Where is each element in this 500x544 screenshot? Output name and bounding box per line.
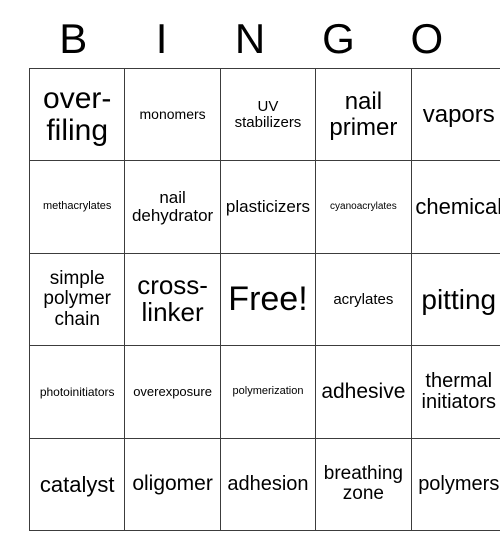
bingo-cell[interactable]: nail primer: [315, 67, 412, 162]
bingo-header-letter-o: O: [410, 15, 444, 62]
bingo-cell[interactable]: cyanoacrylates: [315, 160, 412, 254]
bingo-cell[interactable]: chemical: [410, 160, 500, 254]
bingo-free-label: Free!: [228, 280, 308, 319]
bingo-cell[interactable]: polymerization: [219, 345, 317, 439]
bingo-cell[interactable]: monomers: [124, 67, 221, 162]
bingo-cell-label: pitting: [421, 283, 497, 315]
bingo-cell-label: UV stabilizers: [234, 97, 302, 131]
bingo-cell[interactable]: vapors: [410, 67, 500, 162]
bingo-cell-label: polymerization: [232, 385, 304, 398]
bingo-cell[interactable]: thermal initiators: [410, 345, 500, 439]
bingo-cell[interactable]: breathing zone: [315, 437, 412, 531]
bingo-cell-label: breathing zone: [323, 463, 403, 505]
bingo-cell-label: chemical: [415, 194, 500, 220]
bingo-cell-label: nail primer: [329, 88, 398, 141]
bingo-row: methacrylates nail dehydrator plasticize…: [28, 160, 500, 254]
bingo-cell-label: monomers: [139, 106, 206, 123]
bingo-cell[interactable]: nail dehydrator: [124, 160, 221, 254]
bingo-cell[interactable]: pitting: [410, 252, 500, 347]
bingo-cell[interactable]: catalyst: [28, 437, 126, 531]
bingo-cell-label: polymers: [418, 472, 500, 495]
bingo-row: simple polymer chain cross-linker Free! …: [28, 252, 500, 347]
bingo-cell-label: photoinitiators: [39, 384, 115, 399]
bingo-cell[interactable]: over-filing: [28, 67, 126, 162]
bingo-header-letter-g: G: [322, 15, 355, 62]
bingo-cell[interactable]: methacrylates: [28, 160, 126, 254]
bingo-cell[interactable]: overexposure: [124, 345, 221, 439]
bingo-cell-label: plasticizers: [225, 197, 311, 217]
bingo-cell-label: methacrylates: [42, 200, 112, 213]
bingo-cell-label: over-filing: [43, 81, 112, 147]
bingo-grid: over-filing monomers UV stabilizers nail…: [28, 67, 500, 531]
bingo-cell[interactable]: simple polymer chain: [28, 252, 126, 347]
bingo-cell[interactable]: adhesive: [315, 345, 412, 439]
bingo-cell-label: adhesive: [321, 379, 406, 403]
bingo-header-letter-i: I: [155, 15, 168, 62]
bingo-cell-label: cyanoacrylates: [330, 200, 397, 212]
bingo-cell-label: acrylates: [333, 290, 394, 308]
bingo-header: B I N G O: [29, 10, 471, 68]
bingo-cell[interactable]: adhesion: [219, 437, 317, 531]
bingo-cell-label: adhesion: [227, 472, 309, 495]
bingo-cell[interactable]: cross-linker: [124, 252, 221, 347]
bingo-cell-label: cross-linker: [137, 269, 208, 328]
bingo-cell-label: catalyst: [39, 471, 115, 497]
bingo-header-letter-n: N: [234, 15, 266, 62]
bingo-cell[interactable]: plasticizers: [219, 160, 317, 254]
bingo-cell[interactable]: polymers: [410, 437, 500, 531]
bingo-row: over-filing monomers UV stabilizers nail…: [28, 67, 500, 162]
bingo-cell-label: vapors: [422, 100, 495, 128]
bingo-cell-label: oligomer: [132, 472, 213, 496]
bingo-free-cell[interactable]: Free!: [219, 252, 317, 347]
bingo-header-letter-b: B: [59, 15, 88, 62]
bingo-row: catalyst oligomer adhesion breathing zon…: [28, 437, 500, 531]
bingo-cell-label: simple polymer chain: [43, 268, 111, 330]
bingo-card: B I N G O over-filing monomers UV stabil…: [28, 10, 500, 531]
bingo-cell[interactable]: UV stabilizers: [219, 67, 317, 162]
bingo-cell-label: overexposure: [133, 383, 212, 399]
bingo-cell[interactable]: photoinitiators: [28, 345, 126, 439]
bingo-cell[interactable]: oligomer: [124, 437, 221, 531]
bingo-row: photoinitiators overexposure polymerizat…: [28, 345, 500, 439]
bingo-cell-label: thermal initiators: [421, 369, 496, 413]
bingo-cell[interactable]: acrylates: [315, 252, 412, 347]
bingo-cell-label: nail dehydrator: [131, 188, 214, 226]
